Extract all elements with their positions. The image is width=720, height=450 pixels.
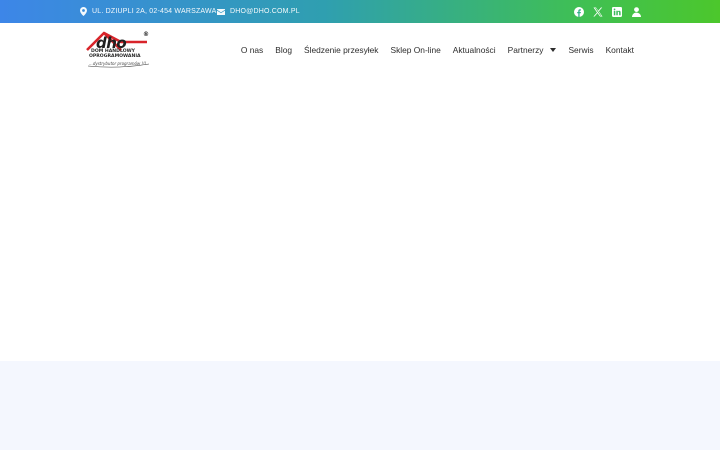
email-contact[interactable]: DHO@DHO.COM.PL (217, 0, 300, 23)
facebook-link[interactable] (574, 6, 584, 17)
nav-o-nas[interactable]: O nas (241, 45, 263, 55)
caret-down-icon[interactable] (550, 47, 557, 52)
nav-aktualnosci[interactable]: Aktualności (453, 45, 496, 55)
map-pin-icon (80, 7, 87, 16)
main-navigation: O nas Blog Śledzenie przesyłek Sklep On-… (241, 23, 634, 76)
nav-serwis[interactable]: Serwis (568, 45, 593, 55)
site-header: dho ® DOM HANDLOWY OPROGRAMOWANIA ...dys… (0, 23, 720, 76)
top-contact-bar: UL. DZIUPLI 2A, 02-454 WARSZAWA DHO@DHO.… (0, 0, 720, 23)
nav-partnerzy[interactable]: Partnerzy (508, 45, 557, 55)
envelope-icon (217, 8, 225, 15)
address-contact[interactable]: UL. DZIUPLI 2A, 02-454 WARSZAWA (80, 0, 216, 23)
light-blue-section (0, 361, 720, 450)
nav-kontakt[interactable]: Kontakt (606, 45, 634, 55)
social-links (574, 0, 641, 23)
hero-section (0, 76, 720, 361)
email-text: DHO@DHO.COM.PL (230, 8, 300, 15)
logo-tagline: ...dystrybutor programów !!! (89, 61, 147, 66)
facebook-icon (574, 6, 584, 17)
nav-sledzenie-przesylek[interactable]: Śledzenie przesyłek (304, 45, 378, 55)
user-account-link[interactable] (631, 6, 641, 17)
user-account-icon (631, 6, 641, 17)
nav-blog[interactable]: Blog (275, 45, 292, 55)
linkedin-link[interactable] (612, 6, 622, 17)
logo-registered-mark: ® (143, 31, 149, 38)
dho-logo[interactable]: dho ® DOM HANDLOWY OPROGRAMOWANIA ...dys… (85, 28, 153, 70)
nav-sklep-online[interactable]: Sklep On-line (391, 45, 441, 55)
nav-partnerzy-label: Partnerzy (507, 44, 544, 55)
x-twitter-icon (593, 7, 603, 16)
logo-line-2: OPROGRAMOWANIA (89, 54, 141, 59)
linkedin-icon (612, 6, 622, 17)
address-text: UL. DZIUPLI 2A, 02-454 WARSZAWA (92, 8, 217, 15)
x-twitter-link[interactable] (593, 7, 603, 17)
